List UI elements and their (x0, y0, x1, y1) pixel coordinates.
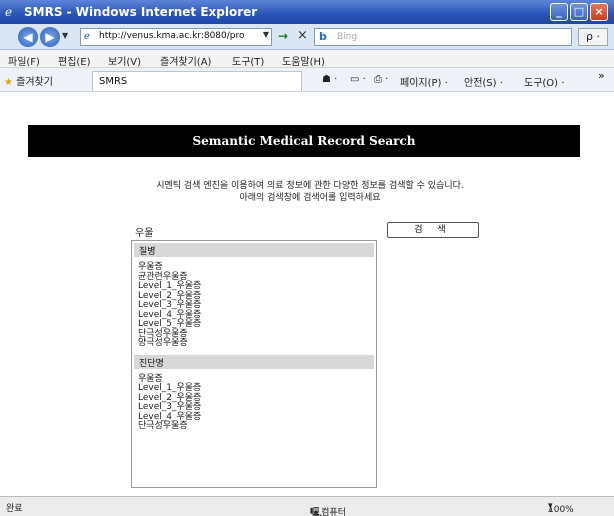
list-item[interactable]: 단극성우울증 (132, 421, 376, 432)
address-bar[interactable]: ℯ http://venus.kma.ac.kr:8080/pro ▼ (80, 28, 272, 46)
intro-line-1: 시멘틱 검색 엔진을 이용하여 의료 정보에 관한 다양한 정보를 검색할 수 … (156, 181, 464, 191)
intro-line-2: 아래의 검색창에 검색어를 입력하세요 (239, 193, 381, 203)
zoom-level: 100% (548, 505, 574, 515)
group-header-disease: 질병 (134, 243, 374, 257)
search-submit-button[interactable]: 검 색 (387, 222, 479, 238)
menu-favorites[interactable]: 즐겨찾기(A) (160, 53, 211, 68)
menu-edit[interactable]: 편집(E) (58, 53, 91, 68)
page-icon: ℯ (84, 31, 90, 42)
forward-button[interactable]: ▶ (40, 27, 60, 47)
minimize-button[interactable]: _ (550, 3, 568, 21)
tools-menu[interactable]: 도구(O) · (524, 74, 564, 89)
page-menu[interactable]: 페이지(P) · (400, 74, 448, 89)
address-dropdown-icon[interactable]: ▼ (263, 30, 269, 39)
history-dropdown-icon[interactable]: ▼ (62, 31, 68, 40)
print-button[interactable]: ⎙ · (374, 74, 388, 85)
suggestion-list[interactable]: 질병 우울증 균관련우울증 Level_1_우울증 Level_2_우울증 Le… (131, 240, 377, 488)
feeds-button[interactable]: ▭ · (350, 74, 366, 85)
favorites-button[interactable]: ★ 즐겨찾기 (4, 73, 53, 88)
menu-help[interactable]: 도움말(H) (282, 53, 325, 68)
menu-file[interactable]: 파일(F) (8, 53, 40, 68)
intro-text: 시멘틱 검색 엔진을 이용하여 의료 정보에 관한 다양한 정보를 검색할 수 … (60, 180, 560, 204)
overflow-chevron-icon[interactable]: » (598, 69, 605, 82)
page-banner: Semantic Medical Record Search (28, 125, 580, 157)
search-query[interactable]: 우울 (135, 224, 153, 239)
close-button[interactable]: × (590, 3, 608, 21)
list-item[interactable]: 양극성우울증 (132, 338, 376, 349)
safety-menu[interactable]: 안전(S) · (464, 74, 503, 89)
stop-button[interactable]: × (297, 28, 308, 43)
window-title: SMRS - Windows Internet Explorer (24, 5, 258, 19)
bing-icon: b (319, 30, 327, 43)
url-text[interactable]: http://venus.kma.ac.kr:8080/pro (99, 31, 249, 41)
tab-title: SMRS (99, 76, 128, 87)
back-button[interactable]: ◀ (18, 27, 38, 47)
page-content: Semantic Medical Record Search 시멘틱 검색 엔진… (0, 92, 614, 496)
address-toolbar: ◀ ▶ ▼ ℯ http://venus.kma.ac.kr:8080/pro … (0, 24, 614, 50)
menu-bar: 파일(F) 편집(E) 보기(V) 즐겨찾기(A) 도구(T) 도움말(H) (0, 50, 614, 68)
zone-text: 내 컴퓨터 (310, 508, 346, 516)
menu-view[interactable]: 보기(V) (108, 53, 141, 68)
title-bar: ℯ SMRS - Windows Internet Explorer _ □ × (0, 0, 614, 24)
favorites-label: 즐겨찾기 (16, 77, 53, 88)
zoom-control[interactable]: ⌕ 100% ▾ (548, 501, 574, 515)
search-input[interactable]: b Bing (314, 28, 572, 46)
home-button[interactable]: ☗ · (322, 74, 337, 85)
status-text: 완료 (6, 504, 23, 514)
ie-icon: ℯ (5, 5, 13, 19)
search-button[interactable]: ρ · (578, 28, 608, 46)
group-header-diagnosis: 진단명 (134, 354, 374, 369)
go-button[interactable]: → (278, 29, 288, 43)
star-icon: ★ (4, 77, 13, 88)
maximize-button[interactable]: □ (570, 3, 588, 21)
tab-smrs[interactable]: SMRS (92, 71, 302, 91)
search-placeholder: Bing (337, 32, 358, 42)
favorites-bar: ★ 즐겨찾기 SMRS ☗ · ▭ · ⎙ · 페이지(P) · 안전(S) ·… (0, 68, 614, 92)
status-bar: 완료 🖳 내 컴퓨터 ⌕ 100% ▾ (0, 496, 614, 516)
menu-tools[interactable]: 도구(T) (232, 53, 264, 68)
